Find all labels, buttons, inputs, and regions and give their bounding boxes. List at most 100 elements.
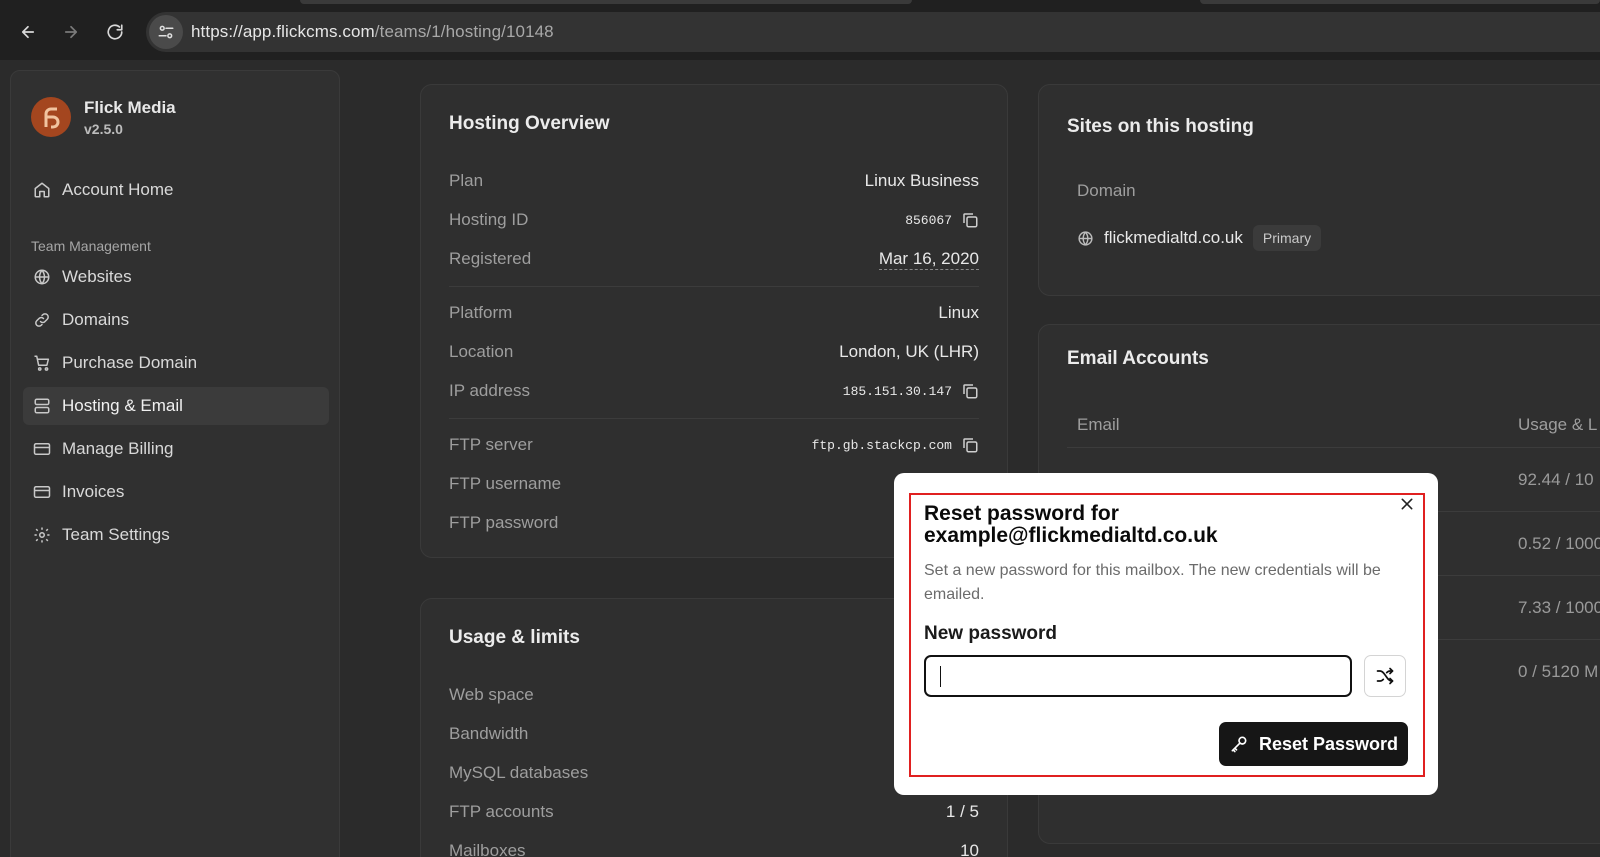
sites-card: Sites on this hosting Domain flickmedial…: [1038, 84, 1600, 296]
row-label: MySQL databases: [449, 763, 589, 782]
row-value: 10: [960, 841, 979, 857]
row-value: London, UK (LHR): [839, 342, 979, 361]
usage-row-mailboxes: Mailboxes 10: [449, 839, 979, 857]
key-icon: [1229, 734, 1249, 754]
card-title: Email Accounts: [1067, 348, 1209, 369]
usage-cell: 0.52 / 1000: [1518, 534, 1600, 553]
dialog-title: Reset password for example@flickmedialtd…: [924, 502, 1218, 547]
sidebar-item-team-settings[interactable]: Team Settings: [23, 516, 329, 554]
globe-icon: [33, 268, 51, 286]
row-label: Location: [449, 342, 514, 361]
column-header-email: Email: [1077, 415, 1120, 434]
address-bar[interactable]: https://app.flickcms.com/teams/1/hosting…: [146, 12, 1600, 52]
url-text[interactable]: https://app.flickcms.com/teams/1/hosting…: [191, 22, 554, 42]
hosting-id-value: 856067: [905, 212, 952, 228]
url-path: /teams/1/hosting/10148: [374, 22, 554, 41]
row-value: Linux: [938, 303, 979, 322]
row-label: FTP accounts: [449, 802, 554, 821]
close-button[interactable]: [1398, 495, 1416, 513]
sidebar: Flick Media v2.5.0 Account Home Team Man…: [10, 70, 340, 857]
row-value: 1 / 5: [945, 802, 979, 821]
gear-icon: [33, 526, 51, 544]
usage-row-bandwidth: Bandwidth30: [449, 722, 931, 746]
usage-cell: 0 / 5120 M: [1518, 662, 1599, 681]
site-domain[interactable]: flickmedialtd.co.uk: [1104, 228, 1243, 248]
brand[interactable]: Flick Media v2.5.0: [31, 97, 176, 137]
usage-cell: 7.33 / 1000: [1518, 598, 1600, 617]
browser-toolbar: https://app.flickcms.com/teams/1/hosting…: [0, 0, 1600, 60]
sidebar-item-label: Account Home: [62, 180, 174, 199]
row-label: Platform: [449, 303, 513, 322]
new-password-label: New password: [924, 623, 1058, 644]
copy-icon[interactable]: [961, 436, 979, 454]
close-icon: [1401, 498, 1413, 510]
row-label: Registered: [449, 249, 532, 268]
new-password-input[interactable]: [924, 655, 1352, 697]
copy-icon[interactable]: [961, 211, 979, 229]
sidebar-item-domains[interactable]: Domains: [23, 301, 329, 339]
forward-button[interactable]: [57, 18, 85, 46]
row-label: FTP server: [449, 435, 533, 454]
generate-password-button[interactable]: [1364, 655, 1406, 697]
reset-password-dialog: Reset password for example@flickmedialtd…: [894, 473, 1438, 795]
overview-row-hosting-id: Hosting ID 856067: [449, 208, 979, 232]
sidebar-item-label: Domains: [62, 310, 130, 329]
sidebar-item-invoices[interactable]: Invoices: [23, 473, 329, 511]
sidebar-item-websites[interactable]: Websites: [23, 258, 329, 296]
copy-icon[interactable]: [961, 382, 979, 400]
row-label: FTP password: [449, 513, 559, 532]
globe-icon: [1077, 230, 1094, 247]
site-row[interactable]: flickmedialtd.co.uk Primary: [1077, 225, 1322, 251]
overview-row-registered: Registered Mar 16, 2020: [449, 247, 979, 271]
reload-icon: [107, 24, 123, 40]
brand-version: v2.5.0: [84, 120, 123, 137]
flick-logo-icon: [31, 97, 71, 137]
dialog-description: Set a new password for this mailbox. The…: [924, 562, 1381, 603]
row-label: Mailboxes: [449, 841, 526, 857]
row-value[interactable]: Mar 16, 2020: [878, 249, 979, 270]
sidebar-item-label: Manage Billing: [62, 439, 174, 458]
divider: [449, 418, 979, 419]
reload-button[interactable]: [101, 18, 129, 46]
back-button[interactable]: [14, 18, 42, 46]
usage-row-ftp-accounts: FTP accounts 1 / 5: [449, 800, 979, 824]
usage-row-web-space: Web space3: [449, 683, 931, 707]
ip-value: 185.151.30.147: [842, 383, 952, 399]
row-label: Plan: [449, 171, 484, 190]
row-label: FTP username: [449, 474, 562, 493]
row-label: IP address: [449, 381, 530, 400]
url-host: https://app.flickcms.com: [191, 22, 375, 41]
row-label: Hosting ID: [449, 210, 529, 229]
card-title: Hosting Overview: [449, 113, 610, 134]
sidebar-item-label: Invoices: [62, 482, 125, 501]
overview-row-plan: Plan Linux Business: [449, 169, 979, 193]
sidebar-item-hosting-email[interactable]: Hosting & Email: [23, 387, 329, 425]
sidebar-item-account-home[interactable]: Account Home: [23, 171, 329, 209]
primary-badge: Primary: [1252, 225, 1322, 251]
column-header-usage: Usage & L: [1518, 415, 1598, 434]
row-value: 856067: [905, 211, 979, 229]
overview-row-location: Location London, UK (LHR): [449, 340, 979, 364]
ftp-server-value: ftp.gb.stackcp.com: [811, 437, 952, 453]
overview-row-ftp-server: FTP server ftp.gb.stackcp.com: [449, 433, 979, 457]
tab-edge: [300, 0, 912, 4]
row-label: Bandwidth: [449, 724, 529, 743]
text-caret: [940, 666, 941, 687]
overview-row-ftp-password: FTP password•: [449, 511, 919, 535]
link-icon: [33, 311, 51, 329]
row-label: Web space: [449, 685, 534, 704]
server-icon: [33, 397, 51, 415]
site-settings-icon[interactable]: [149, 15, 183, 49]
row-value: Linux Business: [864, 171, 979, 190]
sidebar-item-manage-billing[interactable]: Manage Billing: [23, 430, 329, 468]
section-label: Team Management: [31, 238, 151, 254]
shuffle-icon: [1376, 667, 1394, 685]
card-title: Usage & limits: [449, 627, 580, 648]
invoice-icon: [33, 483, 51, 501]
row-value: 185.151.30.147: [843, 382, 979, 400]
sidebar-item-purchase-domain[interactable]: Purchase Domain: [23, 344, 329, 382]
reset-password-button[interactable]: Reset Password: [1219, 722, 1408, 766]
row-value: ftp.gb.stackcp.com: [812, 436, 979, 454]
arrow-right-icon: [64, 25, 78, 39]
credit-card-icon: [33, 440, 51, 458]
